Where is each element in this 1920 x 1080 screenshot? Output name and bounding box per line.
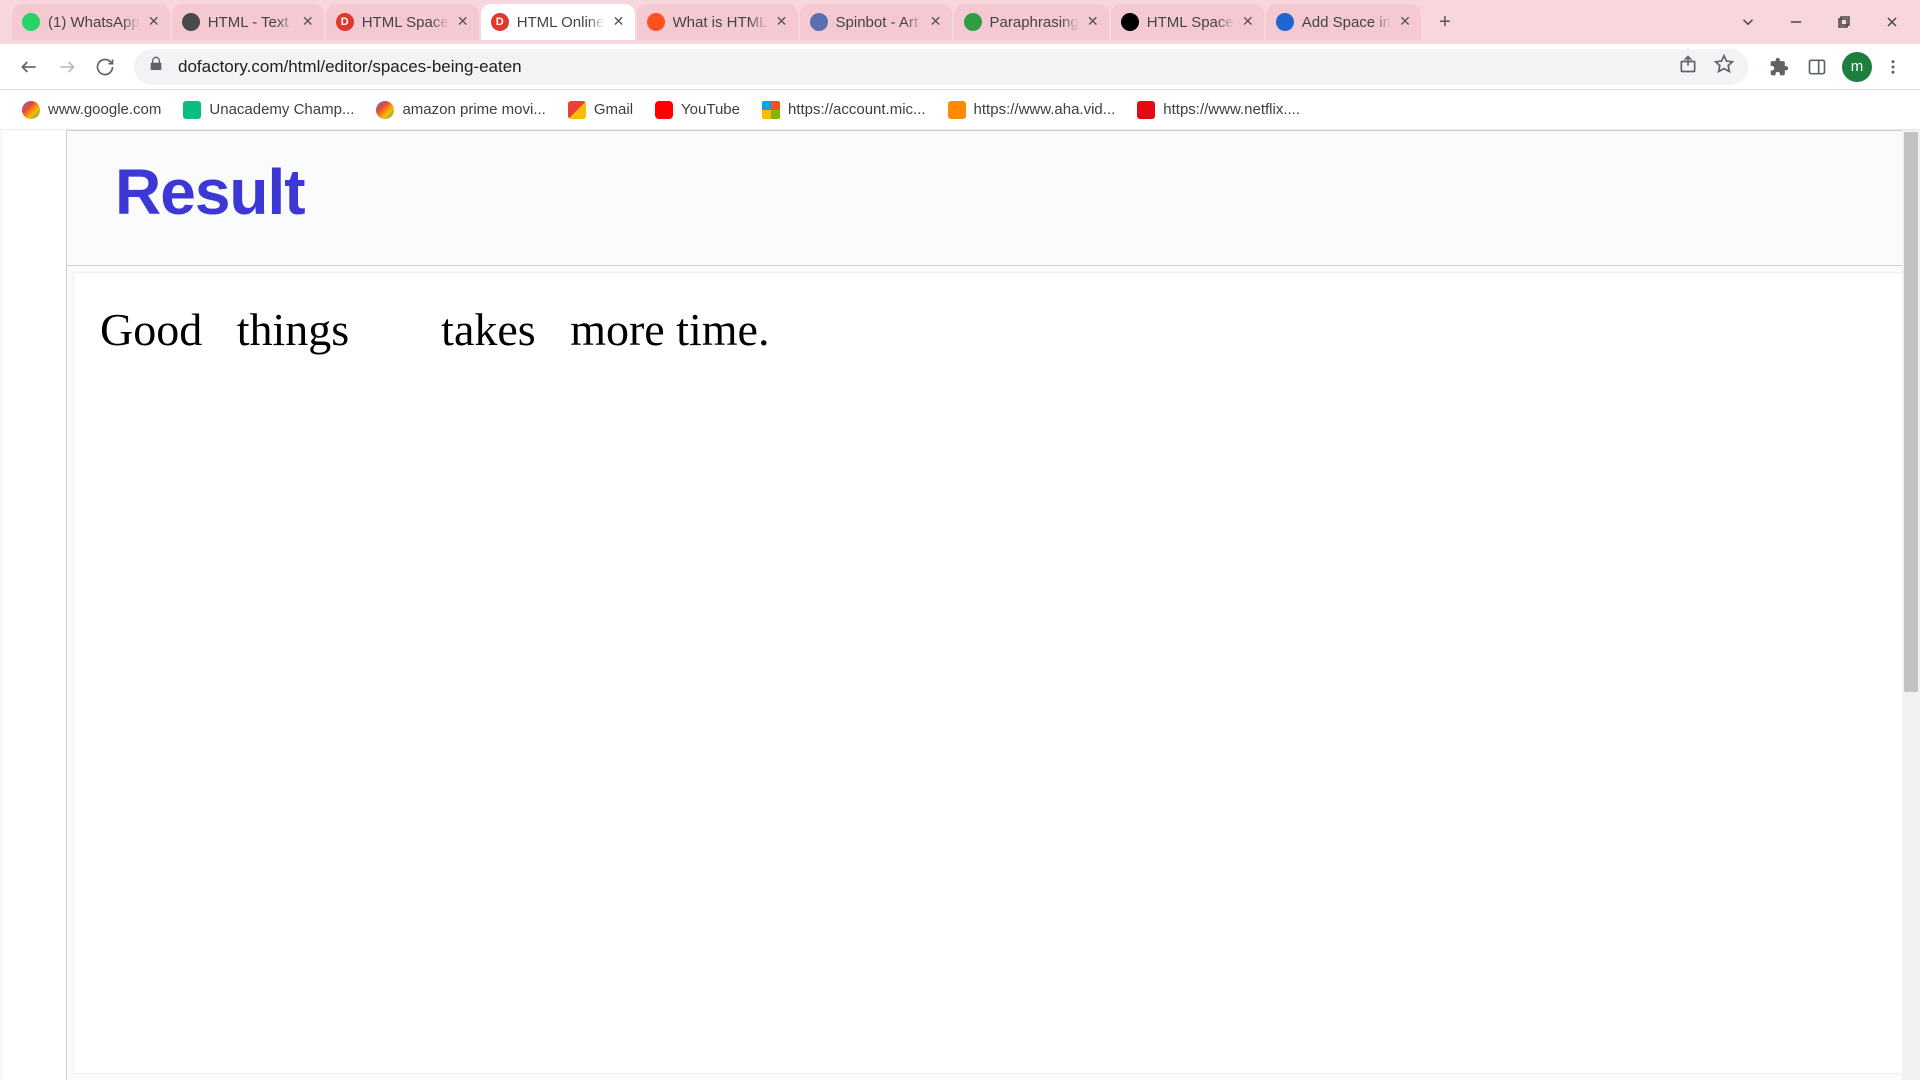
bookmark-label: https://www.aha.vid...: [974, 101, 1116, 118]
bookmark-favicon: [22, 101, 40, 119]
tab-title: HTML Space: [362, 14, 449, 31]
tab-favicon: [1121, 13, 1139, 31]
tab-spinbot[interactable]: Spinbot - Art ✕: [800, 4, 952, 40]
tab-html-text[interactable]: HTML - Text ✕: [172, 4, 324, 40]
close-icon[interactable]: ✕: [455, 14, 471, 30]
close-icon[interactable]: ✕: [774, 14, 790, 30]
minimize-button[interactable]: [1774, 4, 1818, 40]
profile-avatar[interactable]: m: [1842, 52, 1872, 82]
tab-add-space[interactable]: Add Space in ✕: [1266, 4, 1421, 40]
tab-what-is-html[interactable]: What is HTML ✕: [637, 4, 798, 40]
toolbar: dofactory.com/html/editor/spaces-being-e…: [0, 44, 1920, 90]
bookmark-label: Unacademy Champ...: [209, 101, 354, 118]
close-icon[interactable]: ✕: [146, 14, 162, 30]
bookmark-favicon: [183, 101, 201, 119]
bookmarks-bar: www.google.com Unacademy Champ... amazon…: [0, 90, 1920, 130]
tab-paraphrasing[interactable]: Paraphrasing ✕: [954, 4, 1109, 40]
reload-button[interactable]: [86, 48, 124, 86]
bookmark-gmail[interactable]: Gmail: [560, 97, 641, 123]
left-gutter: [0, 130, 66, 1080]
bookmark-youtube[interactable]: YouTube: [647, 97, 748, 123]
tab-favicon: [182, 13, 200, 31]
bookmark-star-icon[interactable]: [1714, 54, 1734, 79]
url-text: dofactory.com/html/editor/spaces-being-e…: [178, 57, 1678, 77]
bookmark-label: YouTube: [681, 101, 740, 118]
tab-html-online[interactable]: D HTML Online ✕: [481, 4, 635, 40]
result-heading: Result: [115, 155, 1872, 229]
tab-favicon: [647, 13, 665, 31]
bookmark-favicon: [1137, 101, 1155, 119]
bookmark-favicon: [655, 101, 673, 119]
bookmark-favicon: [762, 101, 780, 119]
tab-favicon: D: [336, 13, 354, 31]
bookmark-unacademy[interactable]: Unacademy Champ...: [175, 97, 362, 123]
menu-button[interactable]: [1876, 50, 1910, 84]
tab-favicon: [22, 13, 40, 31]
tab-favicon: [1276, 13, 1294, 31]
extensions-button[interactable]: [1762, 50, 1796, 84]
bookmark-label: www.google.com: [48, 101, 161, 118]
tab-favicon: D: [491, 13, 509, 31]
tab-title: Paraphrasing: [990, 14, 1079, 31]
bookmark-label: amazon prime movi...: [402, 101, 545, 118]
tab-title: What is HTML: [673, 14, 768, 31]
panel-header: Result: [67, 131, 1920, 266]
tab-search-button[interactable]: [1726, 4, 1770, 40]
left-gutter-inner: [2, 130, 68, 1080]
bookmark-favicon: [376, 101, 394, 119]
bookmark-label: Gmail: [594, 101, 633, 118]
bookmark-aha[interactable]: https://www.aha.vid...: [940, 97, 1124, 123]
tab-title: (1) WhatsApp: [48, 14, 140, 31]
tab-strip: (1) WhatsApp ✕ HTML - Text ✕ D HTML Spac…: [0, 0, 1920, 44]
window-controls: [1726, 4, 1920, 40]
tab-title: HTML Online: [517, 14, 605, 31]
forward-button[interactable]: [48, 48, 86, 86]
scrollbar-thumb[interactable]: [1904, 132, 1918, 692]
bookmark-label: https://account.mic...: [788, 101, 926, 118]
tab-title: HTML - Text: [208, 14, 294, 31]
bookmark-favicon: [948, 101, 966, 119]
result-panel: Result Good things takes more time.: [66, 130, 1920, 1080]
result-text: Good things takes more time.: [100, 303, 1887, 356]
tab-title: HTML Space: [1147, 14, 1234, 31]
close-icon[interactable]: ✕: [611, 14, 627, 30]
bookmark-netflix[interactable]: https://www.netflix....: [1129, 97, 1308, 123]
close-icon[interactable]: ✕: [1397, 14, 1413, 30]
side-panel-button[interactable]: [1800, 50, 1834, 84]
close-window-button[interactable]: [1870, 4, 1914, 40]
page-content: Result Good things takes more time.: [0, 130, 1920, 1080]
tab-html-space-2[interactable]: HTML Space ✕: [1111, 4, 1264, 40]
share-icon[interactable]: [1678, 54, 1698, 79]
close-icon[interactable]: ✕: [300, 14, 316, 30]
bookmark-label: https://www.netflix....: [1163, 101, 1300, 118]
bookmark-amazon-prime[interactable]: amazon prime movi...: [368, 97, 553, 123]
tab-html-space[interactable]: D HTML Space ✕: [326, 4, 479, 40]
bookmark-google[interactable]: www.google.com: [14, 97, 169, 123]
avatar-initial: m: [1851, 58, 1864, 75]
address-bar[interactable]: dofactory.com/html/editor/spaces-being-e…: [134, 49, 1748, 85]
tab-whatsapp[interactable]: (1) WhatsApp ✕: [12, 4, 170, 40]
tab-favicon: [964, 13, 982, 31]
close-icon[interactable]: ✕: [1085, 14, 1101, 30]
close-icon[interactable]: ✕: [928, 14, 944, 30]
vertical-scrollbar[interactable]: [1902, 130, 1920, 1080]
new-tab-button[interactable]: +: [1431, 8, 1459, 36]
tab-favicon: [810, 13, 828, 31]
result-body: Good things takes more time.: [73, 272, 1914, 1074]
close-icon[interactable]: ✕: [1240, 14, 1256, 30]
bookmark-favicon: [568, 101, 586, 119]
bookmark-microsoft[interactable]: https://account.mic...: [754, 97, 934, 123]
lock-icon[interactable]: [148, 56, 164, 77]
tab-title: Add Space in: [1302, 14, 1391, 31]
maximize-button[interactable]: [1822, 4, 1866, 40]
back-button[interactable]: [10, 48, 48, 86]
tab-title: Spinbot - Art: [836, 14, 922, 31]
